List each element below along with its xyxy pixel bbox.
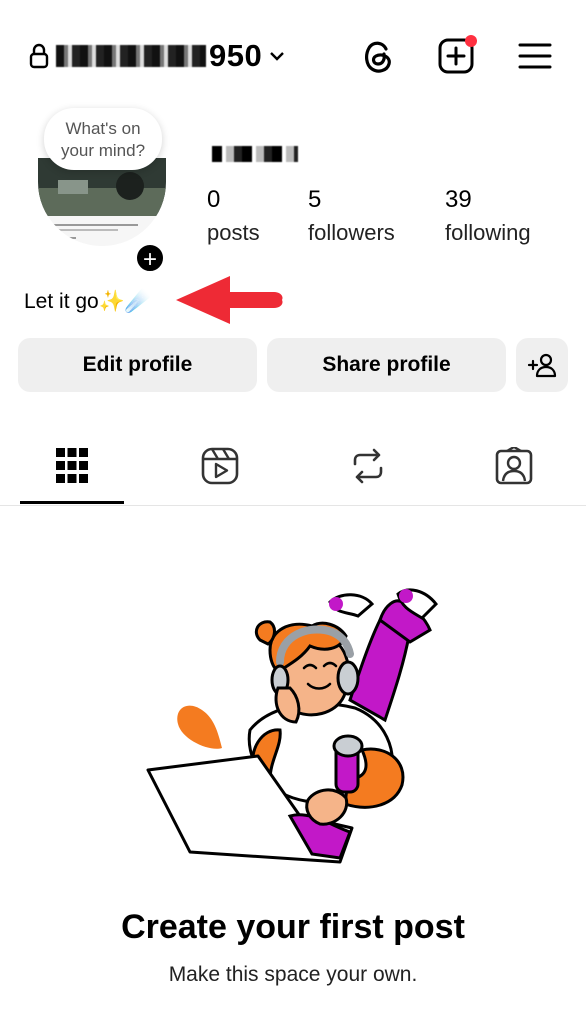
lock-icon xyxy=(29,43,49,69)
menu-icon xyxy=(518,43,552,69)
share-profile-button[interactable]: Share profile xyxy=(267,338,506,392)
note-text-line1: What's on xyxy=(65,119,141,138)
reposts-icon xyxy=(353,448,383,484)
reels-icon xyxy=(201,447,239,485)
followers-count: 5 xyxy=(308,186,322,213)
tab-tagged[interactable] xyxy=(462,438,566,494)
annotation-arrow xyxy=(176,276,283,324)
account-switcher[interactable]: 950 xyxy=(28,38,286,74)
share-profile-label: Share profile xyxy=(322,353,451,376)
posts-label: posts xyxy=(207,220,260,245)
posts-stat[interactable]: 0 posts xyxy=(207,186,260,246)
edit-profile-label: Edit profile xyxy=(82,353,193,376)
create-post-icon xyxy=(438,35,477,74)
tab-reposts[interactable] xyxy=(316,438,420,494)
add-person-icon xyxy=(527,353,557,378)
note-text-line2: your mind? xyxy=(60,141,146,160)
followers-stat[interactable]: 5 followers xyxy=(308,186,395,246)
profile-picture[interactable] xyxy=(38,158,166,246)
following-count: 39 xyxy=(445,186,472,213)
chevron-down-icon[interactable] xyxy=(268,49,286,63)
discover-people-button[interactable] xyxy=(516,338,568,392)
grid-icon xyxy=(56,448,88,483)
following-label: following xyxy=(445,220,531,245)
redacted-display-name xyxy=(212,146,298,164)
threads-button[interactable] xyxy=(356,34,400,78)
tabs-divider xyxy=(0,505,586,506)
plus-icon: + xyxy=(142,246,157,273)
followers-label: followers xyxy=(308,220,395,245)
bio-text: Let it go✨☄️ xyxy=(24,290,152,313)
active-tab-indicator xyxy=(20,501,124,504)
tab-posts-grid[interactable] xyxy=(20,438,124,494)
empty-state-title: Create your first post xyxy=(121,908,465,946)
note-bubble[interactable]: What's on your mind? xyxy=(44,108,162,170)
empty-state-subtitle: Make this space your own. xyxy=(168,963,418,986)
add-story-button[interactable]: + xyxy=(134,242,166,274)
profile-photo xyxy=(38,158,166,246)
tagged-icon xyxy=(495,447,533,485)
following-stat[interactable]: 39 following xyxy=(445,186,531,246)
edit-profile-button[interactable]: Edit profile xyxy=(18,338,257,392)
posts-count: 0 xyxy=(207,186,221,213)
menu-button[interactable] xyxy=(512,34,558,78)
threads-icon xyxy=(365,41,391,73)
create-post-button[interactable] xyxy=(434,32,480,78)
tab-reels[interactable] xyxy=(168,438,272,494)
username: 950 xyxy=(56,38,262,74)
empty-state-illustration xyxy=(146,588,439,864)
redacted-username xyxy=(56,45,206,67)
